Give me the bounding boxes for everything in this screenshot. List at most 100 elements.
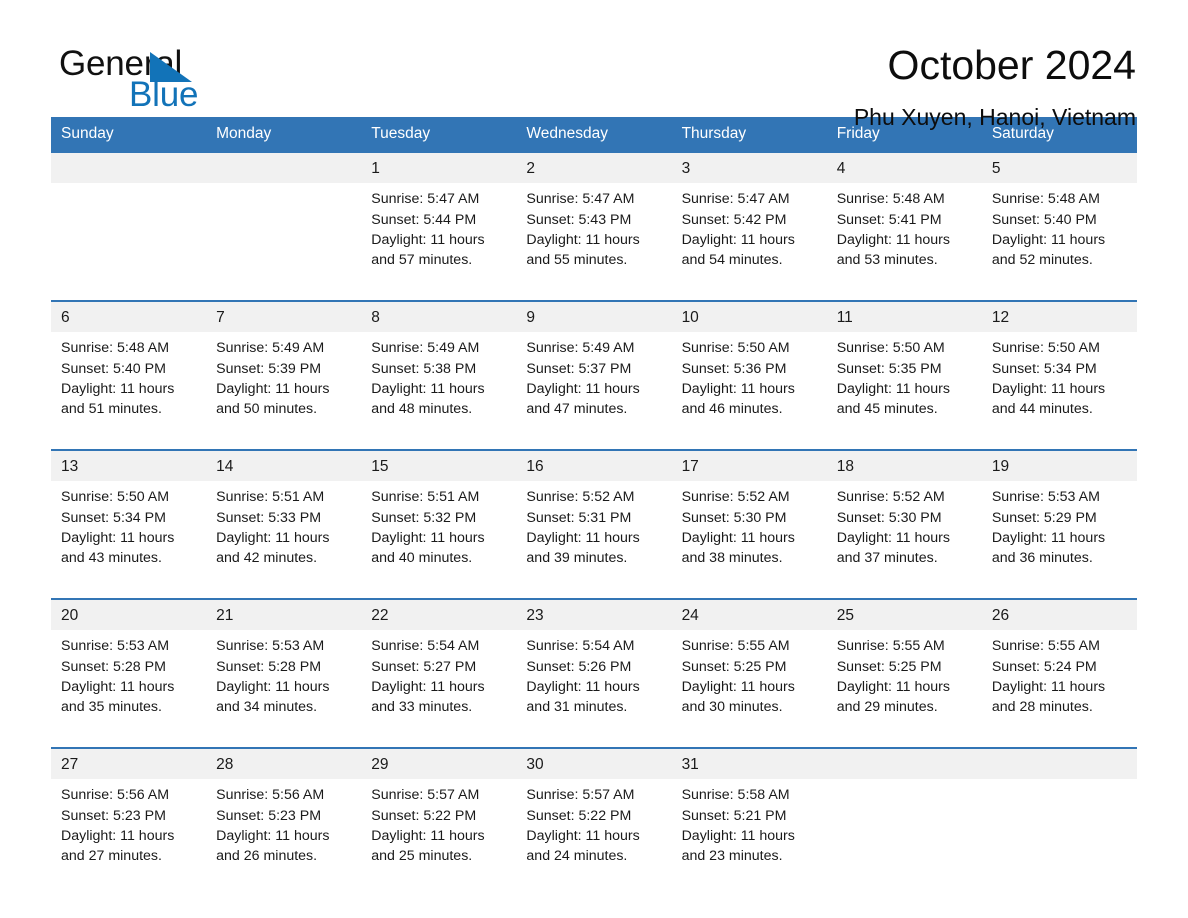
daylight-text-line2: and 50 minutes. bbox=[216, 401, 318, 418]
sunset-text: Sunset: 5:31 PM bbox=[526, 509, 632, 526]
day-cell[interactable]: 8 Sunrise: 5:49 AM Sunset: 5:38 PM Daylight… bbox=[361, 299, 517, 437]
day-cell[interactable]: 30 Sunrise: 5:57 AM Sunset: 5:22 PM Dayligh… bbox=[516, 746, 672, 884]
sunrise-text: Sunrise: 5:49 AM bbox=[371, 340, 480, 357]
week-spacer bbox=[51, 585, 1137, 599]
sunset-text: Sunset: 5:28 PM bbox=[216, 658, 322, 675]
daylight-text-line2: and 51 minutes. bbox=[61, 401, 162, 418]
day-number: 5 bbox=[981, 152, 1137, 184]
day-cell[interactable]: 22 Sunrise: 5:54 AM Sunset: 5:27 PM Dayligh… bbox=[361, 597, 517, 735]
day-cell[interactable]: 21 Sunrise: 5:53 AM Sunset: 5:28 PM Dayligh… bbox=[206, 597, 362, 735]
daylight-text-line1: Daylight: 11 hours bbox=[836, 380, 951, 397]
day-number: 3 bbox=[671, 152, 827, 184]
day-details: Sunrise: 5:53 AM Sunset: 5:29 PM Daylight:… bbox=[982, 481, 1137, 568]
day-cell[interactable]: 29 Sunrise: 5:57 AM Sunset: 5:22 PM Dayligh… bbox=[361, 746, 517, 884]
day-cell[interactable]: 24 Sunrise: 5:55 AM Sunset: 5:25 PM Dayligh… bbox=[671, 597, 827, 735]
daylight-text-line1: Daylight: 11 hours bbox=[526, 380, 640, 397]
day-cell[interactable]: 31 Sunrise: 5:58 AM Sunset: 5:21 PM Dayligh… bbox=[671, 746, 827, 884]
sunset-text: Sunset: 5:37 PM bbox=[526, 360, 632, 377]
sunrise-text: Sunrise: 5:56 AM bbox=[61, 787, 170, 804]
sunset-text: Sunset: 5:28 PM bbox=[61, 658, 166, 675]
day-cell[interactable]: 2 Sunrise: 5:47 AM Sunset: 5:43 PM Daylight… bbox=[516, 150, 672, 288]
day-cell[interactable] bbox=[206, 150, 362, 288]
day-number: 23 bbox=[516, 599, 672, 631]
day-number: 18 bbox=[826, 450, 982, 482]
day-cell[interactable]: 12 Sunrise: 5:50 AM Sunset: 5:34 PM Dayligh… bbox=[981, 299, 1137, 437]
day-cell[interactable]: 7 Sunrise: 5:49 AM Sunset: 5:39 PM Daylight… bbox=[206, 299, 362, 437]
day-number: 31 bbox=[671, 748, 827, 780]
day-cell[interactable]: 15 Sunrise: 5:51 AM Sunset: 5:32 PM Dayligh… bbox=[361, 448, 517, 586]
day-cell[interactable]: 20 Sunrise: 5:53 AM Sunset: 5:28 PM Dayligh… bbox=[51, 597, 207, 735]
day-cell[interactable]: 26 Sunrise: 5:55 AM Sunset: 5:24 PM Dayligh… bbox=[981, 597, 1137, 735]
calendar-week-row: 27 Sunrise: 5:56 AM Sunset: 5:23 PM Dayligh… bbox=[51, 746, 1137, 884]
day-cell[interactable] bbox=[826, 746, 982, 884]
day-cell[interactable]: 5 Sunrise: 5:48 AM Sunset: 5:40 PM Daylight… bbox=[981, 150, 1137, 288]
sunset-text: Sunset: 5:27 PM bbox=[371, 658, 477, 675]
day-cell[interactable]: 1 Sunrise: 5:47 AM Sunset: 5:44 PM Daylight… bbox=[361, 150, 517, 288]
day-details: Sunrise: 5:47 AM Sunset: 5:44 PM Daylight:… bbox=[361, 183, 516, 270]
day-number: 29 bbox=[361, 748, 517, 780]
sunrise-text: Sunrise: 5:48 AM bbox=[61, 340, 170, 357]
daylight-text-line2: and 52 minutes. bbox=[991, 252, 1093, 269]
day-cell[interactable] bbox=[51, 150, 207, 288]
day-cell[interactable] bbox=[981, 746, 1137, 884]
sunset-text: Sunset: 5:30 PM bbox=[681, 509, 787, 526]
sunrise-text: Sunrise: 5:58 AM bbox=[681, 787, 790, 804]
sunrise-sunset-calendar: Sunday Monday Tuesday Wednesday Thursday… bbox=[51, 117, 1137, 884]
sunrise-text: Sunrise: 5:50 AM bbox=[836, 340, 945, 357]
sunset-text: Sunset: 5:23 PM bbox=[216, 807, 322, 824]
sunset-text: Sunset: 5:22 PM bbox=[526, 807, 632, 824]
day-number: 7 bbox=[206, 301, 362, 333]
day-cell[interactable]: 11 Sunrise: 5:50 AM Sunset: 5:35 PM Dayligh… bbox=[826, 299, 982, 437]
day-cell[interactable]: 4 Sunrise: 5:48 AM Sunset: 5:41 PM Daylight… bbox=[826, 150, 982, 288]
sunrise-text: Sunrise: 5:55 AM bbox=[681, 638, 790, 655]
day-cell[interactable]: 17 Sunrise: 5:52 AM Sunset: 5:30 PM Dayligh… bbox=[671, 448, 827, 586]
day-cell[interactable]: 16 Sunrise: 5:52 AM Sunset: 5:31 PM Dayligh… bbox=[516, 448, 672, 586]
day-details: Sunrise: 5:55 AM Sunset: 5:25 PM Daylight:… bbox=[827, 630, 982, 717]
sunrise-text: Sunrise: 5:47 AM bbox=[681, 191, 790, 208]
day-details: Sunrise: 5:54 AM Sunset: 5:26 PM Daylight:… bbox=[516, 630, 671, 717]
sunset-text: Sunset: 5:44 PM bbox=[371, 211, 477, 228]
day-number bbox=[826, 748, 982, 779]
day-details: Sunrise: 5:47 AM Sunset: 5:42 PM Daylight:… bbox=[672, 183, 827, 270]
day-cell[interactable]: 18 Sunrise: 5:52 AM Sunset: 5:30 PM Dayligh… bbox=[826, 448, 982, 586]
sunrise-text: Sunrise: 5:54 AM bbox=[371, 638, 480, 655]
day-cell[interactable]: 28 Sunrise: 5:56 AM Sunset: 5:23 PM Dayligh… bbox=[206, 746, 362, 884]
day-cell[interactable]: 19 Sunrise: 5:53 AM Sunset: 5:29 PM Dayligh… bbox=[981, 448, 1137, 586]
daylight-text-line1: Daylight: 11 hours bbox=[371, 827, 485, 844]
daylight-text-line1: Daylight: 11 hours bbox=[216, 380, 330, 397]
daylight-text-line2: and 39 minutes. bbox=[526, 550, 628, 567]
day-number: 25 bbox=[826, 599, 982, 631]
daylight-text-line2: and 40 minutes. bbox=[371, 550, 473, 567]
daylight-text-line1: Daylight: 11 hours bbox=[991, 380, 1106, 397]
day-details: Sunrise: 5:50 AM Sunset: 5:36 PM Daylight:… bbox=[672, 332, 827, 419]
daylight-text-line2: and 27 minutes. bbox=[61, 848, 162, 865]
day-cell[interactable]: 10 Sunrise: 5:50 AM Sunset: 5:36 PM Dayligh… bbox=[671, 299, 827, 437]
day-cell[interactable]: 3 Sunrise: 5:47 AM Sunset: 5:42 PM Daylight… bbox=[671, 150, 827, 288]
daylight-text-line1: Daylight: 11 hours bbox=[681, 380, 795, 397]
day-cell[interactable]: 13 Sunrise: 5:50 AM Sunset: 5:34 PM Dayligh… bbox=[51, 448, 207, 586]
day-details: Sunrise: 5:54 AM Sunset: 5:27 PM Daylight:… bbox=[361, 630, 516, 717]
week-spacer-cell bbox=[51, 734, 1137, 748]
daylight-text-line2: and 53 minutes. bbox=[836, 252, 938, 269]
day-details: Sunrise: 5:51 AM Sunset: 5:32 PM Daylight:… bbox=[361, 481, 516, 568]
day-details: Sunrise: 5:48 AM Sunset: 5:40 PM Daylight:… bbox=[51, 332, 206, 419]
daylight-text-line2: and 36 minutes. bbox=[991, 550, 1093, 567]
sunrise-text: Sunrise: 5:47 AM bbox=[526, 191, 635, 208]
day-cell[interactable]: 25 Sunrise: 5:55 AM Sunset: 5:25 PM Dayligh… bbox=[826, 597, 982, 735]
day-cell[interactable]: 6 Sunrise: 5:48 AM Sunset: 5:40 PM Daylight… bbox=[51, 299, 207, 437]
general-blue-logo[interactable]: General Blue bbox=[51, 44, 281, 118]
sunset-text: Sunset: 5:43 PM bbox=[526, 211, 632, 228]
day-details: Sunrise: 5:51 AM Sunset: 5:33 PM Daylight:… bbox=[206, 481, 361, 568]
day-cell[interactable]: 23 Sunrise: 5:54 AM Sunset: 5:26 PM Dayligh… bbox=[516, 597, 672, 735]
sunset-text: Sunset: 5:32 PM bbox=[371, 509, 477, 526]
sunrise-text: Sunrise: 5:51 AM bbox=[216, 489, 325, 506]
day-cell[interactable]: 9 Sunrise: 5:49 AM Sunset: 5:37 PM Daylight… bbox=[516, 299, 672, 437]
daylight-text-line2: and 48 minutes. bbox=[371, 401, 473, 418]
week-spacer-cell bbox=[51, 436, 1137, 450]
day-cell[interactable]: 27 Sunrise: 5:56 AM Sunset: 5:23 PM Dayligh… bbox=[51, 746, 207, 884]
day-number: 17 bbox=[671, 450, 827, 482]
day-cell[interactable]: 14 Sunrise: 5:51 AM Sunset: 5:33 PM Dayligh… bbox=[206, 448, 362, 586]
daylight-text-line1: Daylight: 11 hours bbox=[61, 380, 175, 397]
sunrise-text: Sunrise: 5:50 AM bbox=[991, 340, 1100, 357]
daylight-text-line1: Daylight: 11 hours bbox=[836, 529, 951, 546]
